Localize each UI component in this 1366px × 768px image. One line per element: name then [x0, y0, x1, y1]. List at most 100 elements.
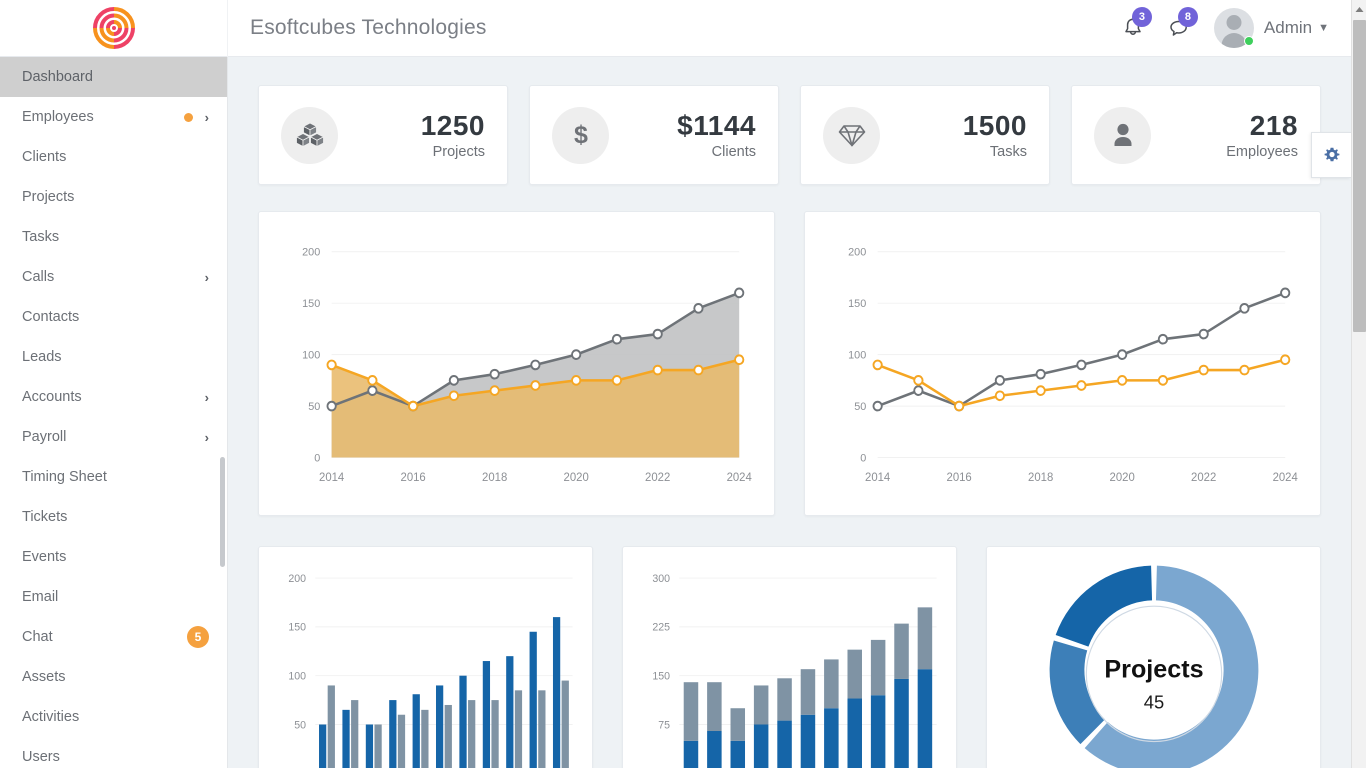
svg-text:Projects: Projects: [1104, 656, 1203, 684]
area-chart-card[interactable]: 0 50 100 150 200 2014 2016 2018 2020 2022 2024: [258, 211, 775, 516]
page-scrollbar[interactable]: [1351, 0, 1366, 768]
stat-card-employees[interactable]: 218 Employees: [1071, 85, 1321, 185]
sidebar-item-employees[interactable]: Employees ›: [0, 97, 227, 137]
area-chart: 0 50 100 150 200 2014 2016 2018 2020 2022 2024: [302, 246, 752, 484]
sidebar-item-tasks[interactable]: Tasks: [0, 217, 227, 257]
grouped-bar-chart-card[interactable]: 50 100 150 200: [258, 546, 593, 768]
page-title: Esoftcubes Technologies: [250, 16, 487, 39]
sidebar-item-payroll[interactable]: Payroll ›: [0, 417, 227, 457]
sidebar-item-label: Contacts: [22, 309, 80, 325]
svg-text:150: 150: [302, 298, 320, 310]
sidebar-item-timing-sheet[interactable]: Timing Sheet: [0, 457, 227, 497]
charts-row-top: 0 50 100 150 200 2014 2016 2018 2020 2022 2024 0 50…: [258, 211, 1321, 516]
sidebar-item-tickets[interactable]: Tickets: [0, 497, 227, 537]
svg-text:100: 100: [302, 349, 320, 361]
sidebar-item-contacts[interactable]: Contacts: [0, 297, 227, 337]
stat-value: 1250: [420, 109, 485, 141]
stacked-bar-chart-card[interactable]: 75 150 225 300: [622, 546, 957, 768]
sidebar-item-label: Tickets: [22, 509, 68, 525]
stat-text-group: 1250 Projects: [421, 110, 485, 160]
svg-text:50: 50: [854, 401, 866, 413]
sidebar-item-label: Employees: [22, 109, 94, 125]
sidebar-navigation[interactable]: Dashboard Employees › Clients Projects Tasks C…: [0, 57, 228, 768]
user-name-label: Admin: [1263, 18, 1313, 37]
svg-text:2014: 2014: [865, 471, 891, 484]
sidebar-item-label: Chat: [22, 629, 53, 645]
svg-text:2024: 2024: [1273, 471, 1299, 484]
svg-text:100: 100: [848, 349, 866, 361]
main-content: 1250 Projects $ $1144 Clients 1500 Tasks…: [228, 57, 1351, 768]
svg-text:50: 50: [294, 719, 306, 731]
line-chart-card[interactable]: 0 50 100 150 200 2014 2016 2018 2020 2022 2024: [804, 211, 1321, 516]
stat-value: 1500: [962, 109, 1027, 141]
svg-text:300: 300: [652, 573, 670, 585]
grouped-bar-chart: 50 100 150 200: [288, 573, 573, 768]
stat-card-clients[interactable]: $ $1144 Clients: [529, 85, 779, 185]
messages-button[interactable]: 8: [1156, 5, 1202, 51]
svg-text:2020: 2020: [564, 471, 589, 484]
svg-text:2022: 2022: [1191, 471, 1216, 484]
stat-card-tasks[interactable]: 1500 Tasks: [800, 85, 1050, 185]
svg-text:200: 200: [302, 246, 320, 258]
scroll-up-arrow-icon[interactable]: [1352, 2, 1366, 17]
line-chart: 0 50 100 150 200 2014 2016 2018 2020 2022 2024: [848, 246, 1299, 484]
logo-area[interactable]: [0, 0, 228, 57]
stat-label: Tasks: [989, 144, 1027, 161]
sidebar-item-activities[interactable]: Activities: [0, 697, 227, 737]
sidebar-item-email[interactable]: Email: [0, 577, 227, 617]
sidebar-item-accounts[interactable]: Accounts ›: [0, 377, 227, 417]
sidebar-item-dashboard[interactable]: Dashboard: [0, 57, 227, 97]
stat-card-projects[interactable]: 1250 Projects: [258, 85, 508, 185]
donut-chart-card[interactable]: Projects 45: [986, 546, 1321, 768]
notifications-button[interactable]: 3: [1110, 5, 1156, 51]
spiral-target-logo-icon: [92, 7, 135, 49]
sidebar-item-label: Leads: [22, 349, 62, 365]
sidebar-item-assets[interactable]: Assets: [0, 657, 227, 697]
sidebar-item-label: Payroll: [22, 429, 67, 445]
sidebar-item-label: Users: [22, 749, 60, 765]
svg-text:50: 50: [308, 401, 320, 413]
svg-text:150: 150: [288, 622, 306, 634]
sidebar-scrollbar-thumb[interactable]: [220, 457, 225, 567]
stat-cards-row: 1250 Projects $ $1144 Clients 1500 Tasks…: [258, 85, 1321, 185]
sidebar-item-calls[interactable]: Calls ›: [0, 257, 227, 297]
online-status-dot: [1243, 36, 1254, 46]
sidebar-item-badge: 5: [187, 626, 209, 648]
svg-text:2020: 2020: [1110, 471, 1135, 484]
stat-text-group: 1500 Tasks: [963, 110, 1027, 160]
settings-toggle-button[interactable]: [1311, 132, 1351, 178]
chevron-right-icon: ›: [204, 269, 209, 285]
sidebar-item-users[interactable]: Users: [0, 737, 227, 768]
avatar[interactable]: [1213, 8, 1254, 48]
stat-text-group: $1144 Clients: [677, 110, 756, 160]
sidebar-item-label: Email: [22, 589, 59, 605]
svg-text:200: 200: [288, 573, 306, 585]
svg-text:0: 0: [860, 452, 866, 464]
sidebar-item-label: Calls: [22, 269, 55, 285]
notification-badge: 3: [1131, 7, 1152, 27]
sidebar-item-events[interactable]: Events: [0, 537, 227, 577]
sidebar-item-leads[interactable]: Leads: [0, 337, 227, 377]
sidebar-item-label: Activities: [22, 709, 80, 725]
avatar-body: [1221, 33, 1247, 48]
stat-label: Projects: [432, 144, 485, 161]
sidebar-item-clients[interactable]: Clients: [0, 137, 227, 177]
page-scrollbar-thumb[interactable]: [1353, 20, 1366, 332]
user-menu-button[interactable]: Admin ▼: [1254, 18, 1329, 38]
svg-text:2014: 2014: [319, 471, 345, 484]
dashboard-page: Esoftcubes Technologies 3 8 Admin ▼ Dash…: [0, 0, 1366, 768]
sidebar-item-projects[interactable]: Projects: [0, 177, 227, 217]
svg-text:2018: 2018: [1028, 471, 1053, 484]
svg-text:2018: 2018: [482, 471, 507, 484]
svg-text:150: 150: [652, 670, 670, 682]
svg-text:2022: 2022: [645, 471, 670, 484]
svg-text:45: 45: [1143, 692, 1163, 713]
stat-text-group: 218 Employees: [1226, 110, 1298, 160]
svg-text:2016: 2016: [947, 471, 972, 484]
sidebar-item-label: Events: [22, 549, 67, 565]
sidebar-item-label: Projects: [22, 189, 75, 205]
svg-text:2016: 2016: [401, 471, 426, 484]
sidebar-item-label: Timing Sheet: [22, 469, 107, 485]
sidebar-item-chat[interactable]: Chat 5: [0, 617, 227, 657]
messages-badge: 8: [1177, 7, 1198, 27]
